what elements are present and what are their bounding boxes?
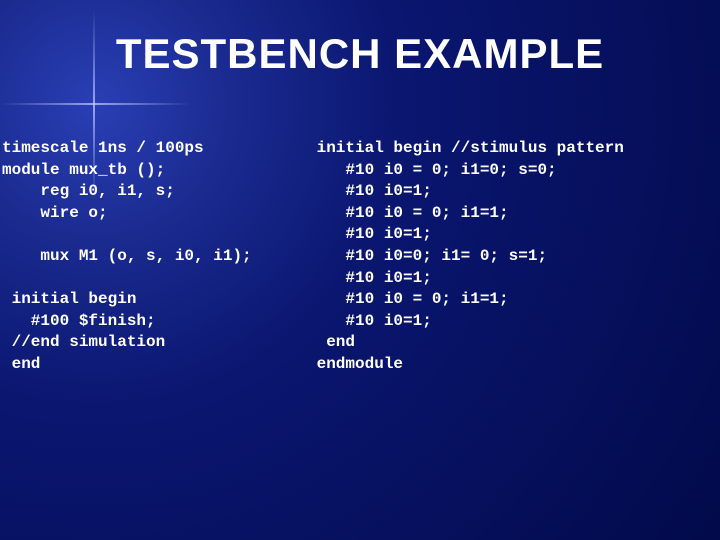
- lens-flare-decoration: [60, 70, 130, 140]
- code-area: timescale 1ns / 100ps module mux_tb (); …: [0, 138, 720, 376]
- code-column-right: initial begin //stimulus pattern #10 i0 …: [307, 138, 720, 376]
- code-column-left: timescale 1ns / 100ps module mux_tb (); …: [0, 138, 307, 376]
- slide-title: TESTBENCH EXAMPLE: [0, 30, 720, 78]
